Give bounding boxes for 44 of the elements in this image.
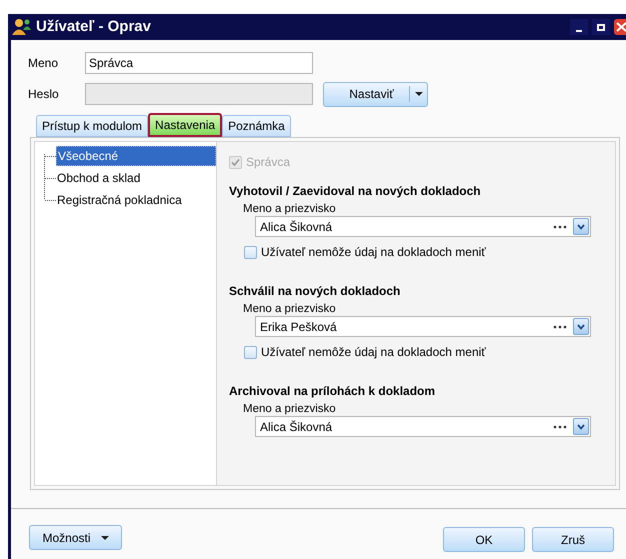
ok-button[interactable]: OK — [443, 527, 525, 552]
combo-field[interactable]: Erika Pešková — [255, 316, 591, 337]
maximize-button[interactable] — [592, 19, 610, 35]
checkbox-label: Správca — [246, 154, 290, 171]
caret-icon — [100, 536, 109, 540]
checkbox-label: Užívateľ nemôže údaj na dokladoch meniť — [261, 344, 486, 361]
more-icon — [553, 424, 567, 428]
chevron-down-icon — [577, 324, 585, 330]
chevron-down-icon — [577, 224, 585, 230]
cancel-button[interactable]: Zruš — [532, 527, 614, 552]
checkbox[interactable] — [244, 246, 257, 258]
options-button[interactable]: Možnosti — [29, 525, 122, 550]
dropdown-button[interactable] — [573, 218, 589, 235]
field-label: Meno a priezvisko — [243, 302, 337, 316]
field-label: Meno a priezvisko — [243, 202, 337, 216]
combo-field[interactable]: Alica Šikovná — [255, 216, 591, 237]
tree-item[interactable]: Obchod a sklad — [56, 168, 142, 188]
section-title: Archivoval na prílohách k dokladom — [229, 383, 436, 398]
users-icon — [12, 18, 32, 36]
close-button[interactable] — [614, 19, 626, 35]
section-title: Vyhotovil / Zaevidoval na nových dokladoch — [229, 183, 482, 198]
dropdown-button[interactable] — [573, 318, 589, 335]
chevron-down-icon — [577, 424, 585, 430]
field-label: Meno — [28, 55, 60, 72]
tree-item[interactable]: Všeobecné — [56, 146, 216, 166]
checkbox[interactable] — [244, 346, 257, 358]
dropdown-button[interactable] — [573, 418, 589, 435]
name-field[interactable]: Správca — [85, 52, 313, 74]
tab[interactable]: Prístup k modulom — [36, 115, 148, 137]
field-label: Heslo — [28, 86, 60, 103]
more-icon — [553, 324, 567, 328]
close-icon — [614, 22, 626, 32]
more-icon — [553, 224, 567, 228]
combo-field[interactable]: Alica Šikovná — [255, 416, 591, 437]
tree-item[interactable]: Registračná pokladnica — [56, 190, 183, 210]
set-button[interactable]: Nastaviť — [323, 82, 428, 106]
tab[interactable]: Nastavenia — [148, 113, 222, 137]
checkbox-label: Užívateľ nemôže údaj na dokladoch meniť — [261, 244, 486, 261]
window-title: Užívateľ - Oprav — [36, 16, 152, 37]
caret-icon — [414, 92, 422, 96]
tab[interactable]: Poznámka — [222, 115, 291, 137]
minimize-button[interactable] — [570, 19, 588, 35]
field-label: Meno a priezvisko — [243, 402, 337, 416]
section-title: Schválil na nových dokladoch — [229, 283, 402, 298]
